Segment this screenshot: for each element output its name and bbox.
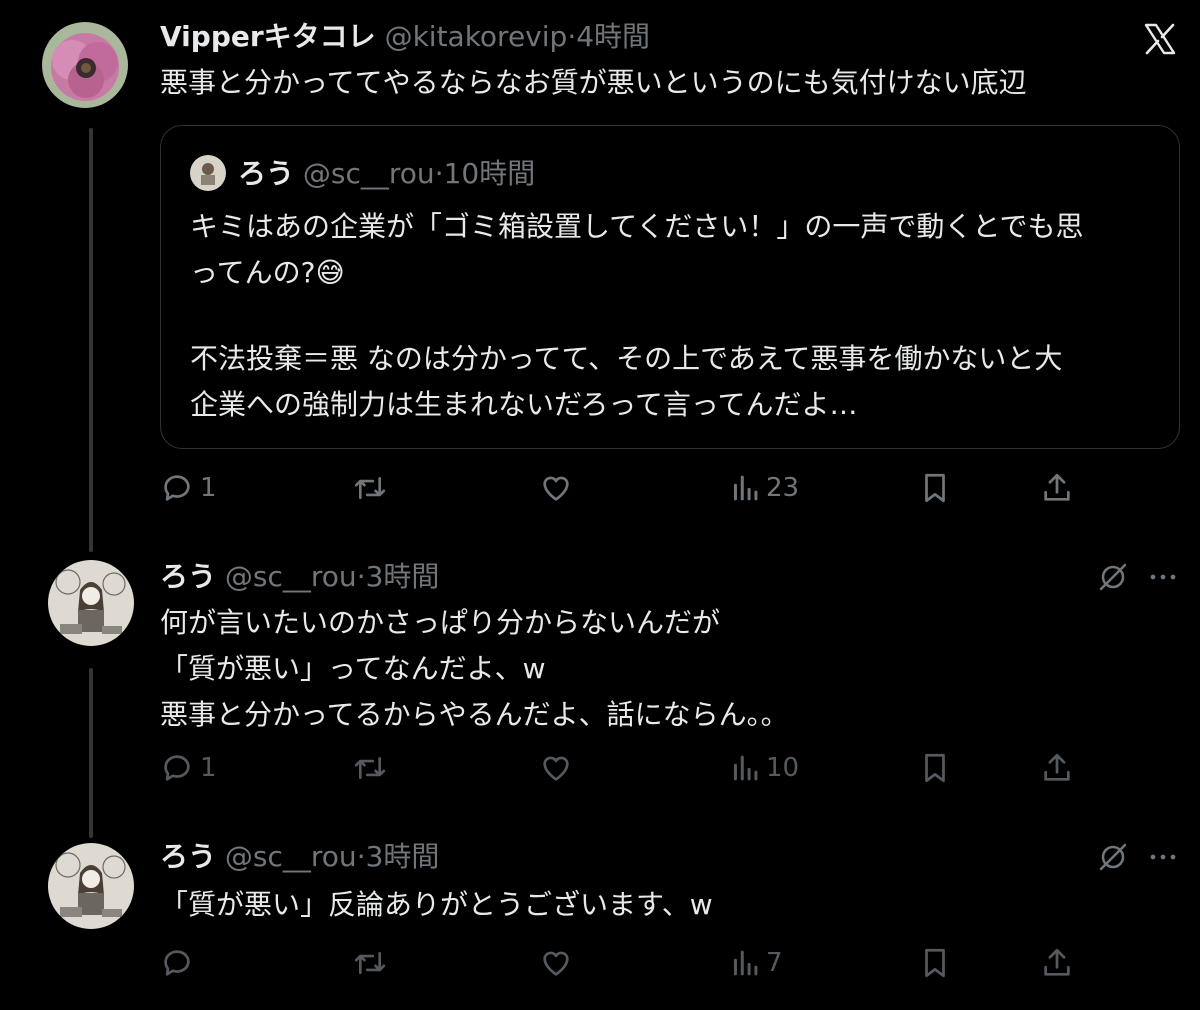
grok-button[interactable] <box>1097 561 1129 593</box>
repost-button[interactable] <box>352 468 388 508</box>
share-icon <box>1044 473 1070 501</box>
views-button[interactable]: 7 <box>730 943 783 983</box>
bookmark-button[interactable] <box>918 468 952 508</box>
quote-line: 企業への強制力は生まれないだろって言ってんだよ… <box>190 388 858 421</box>
bookmark-icon <box>925 753 945 783</box>
post-text-line: 何が言いたいのかさっぱり分からないんだが <box>160 606 721 639</box>
like-button[interactable] <box>538 468 574 508</box>
handle[interactable]: @sc__rou <box>225 560 357 593</box>
quote-header: ろう @sc__rou·10時間 <box>238 157 535 191</box>
repost-button[interactable] <box>352 943 388 983</box>
more-button[interactable] <box>1148 841 1178 873</box>
quote-timestamp: 10時間 <box>443 157 536 190</box>
bookmark-button[interactable] <box>918 748 952 788</box>
repost-icon <box>354 951 386 975</box>
post-text: 悪事と分かっててやるならなお質が悪いというのにも気付けない底辺 <box>160 66 1027 99</box>
bookmark-icon <box>925 948 945 978</box>
views-icon <box>733 755 758 781</box>
quote-line: 不法投棄＝悪 なのは分かってて、その上であえて悪事を働かないと大 <box>190 342 1063 375</box>
like-icon <box>543 476 569 501</box>
view-count: 23 <box>766 473 800 503</box>
post-text-line: 「質が悪い」反論ありがとうございます、w <box>160 888 713 921</box>
thread-line <box>89 668 93 838</box>
like-button[interactable] <box>538 748 574 788</box>
grok-icon <box>1099 843 1127 871</box>
reply-icon <box>164 475 190 501</box>
timestamp[interactable]: 3時間 <box>366 840 440 873</box>
separator: · <box>567 20 577 53</box>
repost-icon <box>354 756 386 780</box>
post-header: ろう @sc__rou·3時間 <box>160 840 439 874</box>
separator: · <box>356 840 366 873</box>
share-button[interactable] <box>1040 943 1074 983</box>
share-icon <box>1044 948 1070 976</box>
more-button[interactable] <box>1148 561 1178 593</box>
reply-button[interactable]: 1 <box>160 748 217 788</box>
post-text-line: 「質が悪い」ってなんだよ、w <box>160 652 546 685</box>
views-button[interactable]: 10 <box>730 748 799 788</box>
views-icon <box>733 950 758 976</box>
separator: · <box>356 560 366 593</box>
avatar[interactable] <box>48 560 134 646</box>
bookmark-button[interactable] <box>918 943 952 983</box>
reply-icon <box>164 755 190 781</box>
timestamp[interactable]: 4時間 <box>576 20 650 53</box>
quote-line: ってんの?😅 <box>190 256 345 289</box>
views-icon <box>733 475 758 501</box>
quote-avatar <box>190 155 226 191</box>
display-name[interactable]: Vipperキタコレ <box>160 20 376 53</box>
bookmark-icon <box>925 473 945 503</box>
quote-handle: @sc__rou <box>302 157 435 190</box>
share-button[interactable] <box>1040 468 1074 508</box>
repost-icon <box>354 476 386 500</box>
more-icon <box>1150 854 1176 860</box>
views-button[interactable]: 23 <box>730 468 799 508</box>
post-text-line: 悪事と分かってるからやるんだよ、話にならん。。 <box>160 698 789 731</box>
quote-line: キミはあの企業が「ゴミ箱設置してください！」の一声で動くとでも思 <box>190 210 1084 243</box>
timestamp[interactable]: 3時間 <box>366 560 440 593</box>
post-header: ろう @sc__rou·3時間 <box>160 560 439 594</box>
handle[interactable]: @kitakorevip <box>385 20 568 53</box>
share-button[interactable] <box>1040 748 1074 788</box>
view-count: 10 <box>766 753 800 783</box>
repost-button[interactable] <box>352 748 388 788</box>
avatar[interactable] <box>48 843 134 929</box>
reply-button[interactable] <box>160 943 194 983</box>
display-name[interactable]: ろう <box>160 560 216 593</box>
reply-icon <box>164 950 190 976</box>
display-name[interactable]: ろう <box>160 840 216 873</box>
reply-count: 1 <box>200 473 217 503</box>
reply-count: 1 <box>200 753 217 783</box>
like-icon <box>543 756 569 781</box>
quote-display-name: ろう <box>238 157 295 190</box>
share-icon <box>1044 753 1070 781</box>
handle[interactable]: @sc__rou <box>225 840 357 873</box>
grok-icon <box>1099 563 1127 591</box>
like-button[interactable] <box>538 943 574 983</box>
view-count: 7 <box>766 948 783 978</box>
reply-button[interactable]: 1 <box>160 468 217 508</box>
more-icon <box>1150 574 1176 580</box>
like-icon <box>543 951 569 976</box>
thread-line <box>89 128 93 552</box>
x-logo-icon[interactable] <box>1143 22 1177 56</box>
post-header: Vipperキタコレ @kitakorevip·4時間 <box>160 20 650 54</box>
avatar[interactable] <box>42 22 128 108</box>
separator: · <box>434 157 444 190</box>
grok-button[interactable] <box>1097 841 1129 873</box>
